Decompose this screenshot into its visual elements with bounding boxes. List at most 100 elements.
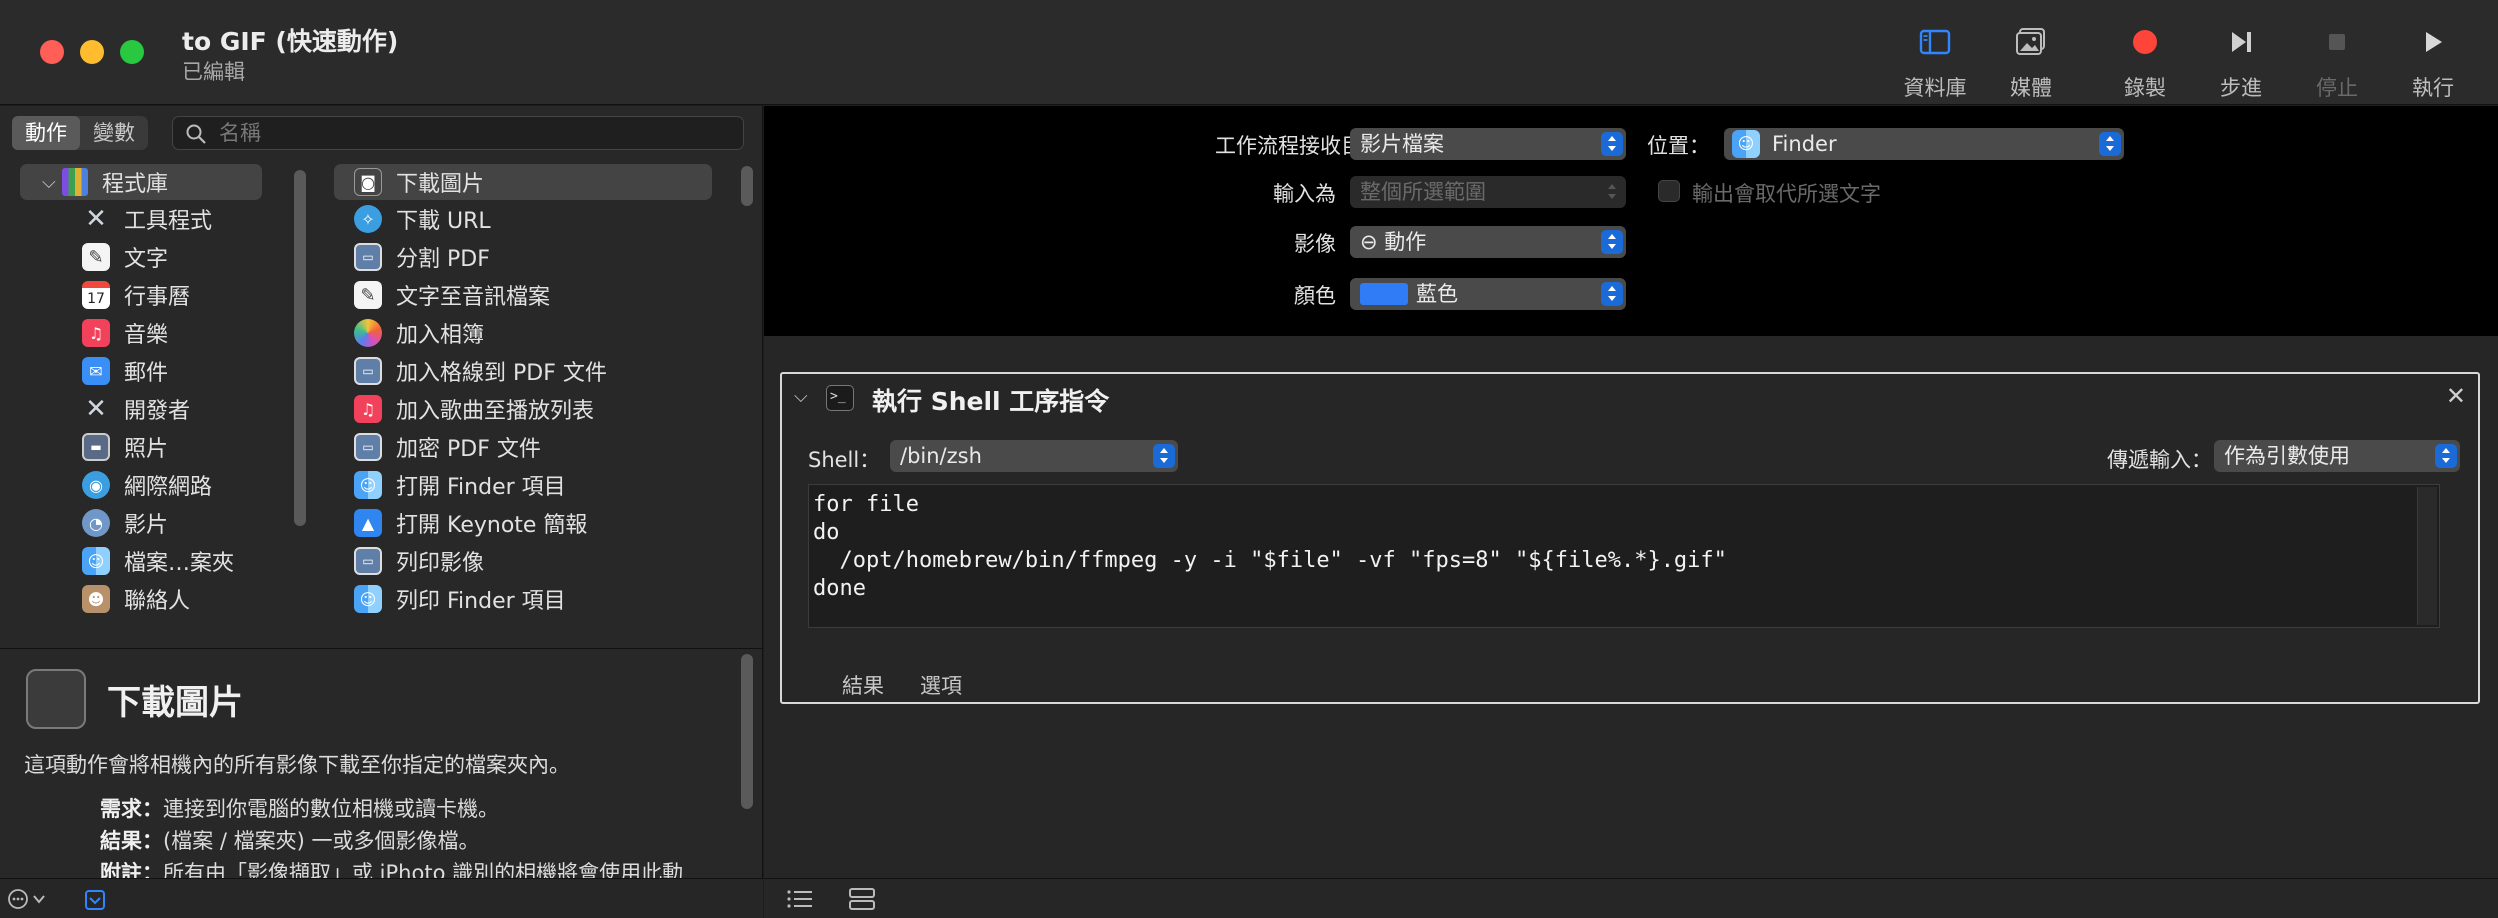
search-input[interactable]	[219, 120, 729, 146]
library-item-text[interactable]: ✎ 文字	[0, 238, 290, 276]
list-view-icon[interactable]	[786, 888, 814, 910]
action-item-text-to-audio[interactable]: ✎ 文字至音訊檔案	[316, 276, 736, 314]
library-item-developer[interactable]: ✕ 開發者	[0, 390, 290, 428]
action-header: ⌵ >_ 執行 Shell 工序指令 ✕	[782, 374, 2478, 422]
contacts-icon: ☻	[82, 585, 110, 613]
action-item-add-songs-playlist[interactable]: ♫ 加入歌曲至播放列表	[316, 390, 736, 428]
description-requires: 需求：連接到你電腦的數位相機或讀卡機。	[100, 793, 499, 823]
input-popup[interactable]: 整個所選範圍	[1350, 176, 1626, 208]
action-item-label: 加入格線到 PDF 文件	[396, 361, 607, 386]
pass-input-popup[interactable]: 作為引數使用	[2214, 440, 2460, 472]
action-item-label: 加入相簿	[396, 323, 485, 348]
requires-label: 需求：	[100, 797, 163, 821]
library-item-label: 照片	[124, 437, 169, 462]
workflow-header: 工作流程接收目前的 影片檔案 位置： ☺ Finder 輸入為 整個所選範圍 輸…	[764, 106, 2498, 336]
location-popup[interactable]: ☺ Finder	[1724, 128, 2124, 160]
action-item-add-grid-pdf[interactable]: ▭ 加入格線到 PDF 文件	[316, 352, 736, 390]
action-item-label: 打開 Finder 項目	[396, 475, 566, 500]
shell-popup[interactable]: /bin/zsh	[890, 440, 1178, 472]
action-menu-icon[interactable]	[6, 887, 54, 911]
media-toolbar-button[interactable]: 媒體	[1986, 18, 2076, 100]
run-toolbar-button[interactable]: 執行	[2388, 18, 2478, 100]
record-toolbar-button[interactable]: 錄製	[2100, 18, 2190, 100]
action-description: 下載圖片 這項動作會將相機內的所有影像下載至你指定的檔案夾內。 需求：連接到你電…	[0, 649, 735, 879]
text-icon: ✎	[82, 243, 110, 271]
image-popup[interactable]: ⊖ 動作	[1350, 226, 1626, 258]
description-toggle-icon[interactable]	[84, 889, 106, 911]
window-subtitle: 已編輯	[182, 60, 245, 84]
close-icon[interactable]: ✕	[2446, 382, 2466, 410]
library-item-music[interactable]: ♫ 音樂	[0, 314, 290, 352]
shell-value: /bin/zsh	[900, 444, 982, 468]
close-window-button[interactable]	[40, 40, 64, 64]
location-label: 位置：	[1647, 134, 1710, 158]
action-item-add-to-album[interactable]: 加入相簿	[316, 314, 736, 352]
safari-icon: ✧	[354, 205, 382, 233]
action-title: 執行 Shell 工序指令	[872, 387, 1110, 416]
receives-popup[interactable]: 影片檔案	[1350, 128, 1626, 160]
script-editor[interactable]: for file do /opt/homebrew/bin/ffmpeg -y …	[808, 484, 2440, 628]
tab-variables[interactable]: 變數	[80, 116, 148, 150]
script-scrollbar[interactable]	[2417, 487, 2437, 625]
library-item-photos[interactable]: ▬ 照片	[0, 428, 290, 466]
music-icon: ♫	[354, 395, 382, 423]
step-toolbar-button[interactable]: 步進	[2196, 18, 2286, 100]
camera-icon	[26, 669, 86, 729]
library-item-calendar[interactable]: 17 行事曆	[0, 276, 290, 314]
library-root-item[interactable]: ⌵ 程式庫	[20, 164, 262, 200]
receives-value: 影片檔案	[1360, 132, 1444, 156]
replace-selection-checkbox[interactable]	[1658, 180, 1680, 202]
window-title: to GIF (快速動作)	[182, 27, 399, 56]
library-item-internet[interactable]: ◉ 網際網路	[0, 466, 290, 504]
tab-actions[interactable]: 動作	[12, 116, 80, 150]
search-field[interactable]	[172, 116, 744, 150]
chevron-down-icon[interactable]: ⌵	[794, 386, 808, 407]
library-item-label: 開發者	[124, 399, 191, 424]
color-swatch	[1360, 283, 1408, 305]
input-value: 整個所選範圍	[1360, 180, 1486, 204]
library-item-movies[interactable]: ◔ 影片	[0, 504, 290, 542]
action-item-print-finder-items[interactable]: ☺ 列印 Finder 項目	[316, 580, 736, 618]
automator-window: to GIF (快速動作) 已編輯 資料庫 媒體 錄製 步進 停止 執行 動作 …	[0, 0, 2498, 918]
actions-scrollbar[interactable]	[741, 166, 753, 206]
popup-arrows-icon	[1601, 282, 1623, 306]
minimize-window-button[interactable]	[80, 40, 104, 64]
run-shell-script-action[interactable]: ⌵ >_ 執行 Shell 工序指令 ✕ Shell： /bin/zsh 傳遞輸…	[780, 372, 2480, 704]
step-icon	[2232, 32, 2251, 52]
library-item-label: 行事曆	[124, 285, 191, 310]
library-scrollbar[interactable]	[294, 170, 306, 526]
result-value: (檔案 / 檔案夾) 一或多個影像檔。	[163, 829, 480, 853]
library-item-mail[interactable]: ✉ 郵件	[0, 352, 290, 390]
library-item-label: 影片	[124, 513, 169, 538]
library-item-files-folders[interactable]: ☺ 檔案…案夾	[0, 542, 290, 580]
result-label: 結果：	[100, 829, 163, 853]
flow-view-icon[interactable]	[848, 887, 876, 911]
action-item-download-url[interactable]: ✧ 下載 URL	[316, 200, 736, 238]
replace-selection-label: 輸出會取代所選文字	[1692, 182, 1881, 206]
color-popup[interactable]: 藍色	[1350, 278, 1626, 310]
action-item-print-images[interactable]: ▭ 列印影像	[316, 542, 736, 580]
action-item-download-pictures[interactable]: ◙ 下載圖片	[334, 164, 712, 200]
action-item-label: 打開 Keynote 簡報	[396, 513, 588, 538]
script-code: for file do /opt/homebrew/bin/ffmpeg -y …	[813, 492, 1727, 601]
pass-input-value: 作為引數使用	[2224, 444, 2350, 468]
action-item-encrypt-pdf[interactable]: ▭ 加密 PDF 文件	[316, 428, 736, 466]
stop-toolbar-button[interactable]: 停止	[2292, 18, 2382, 100]
library-item-utilities[interactable]: ✕ 工具程式	[0, 200, 290, 238]
note-value: 所有由「影像擷取」或 iPhoto 識別的相機將會使用此動	[163, 861, 684, 879]
tab-options[interactable]: 選項	[920, 670, 962, 700]
zoom-window-button[interactable]	[120, 40, 144, 64]
action-item-open-finder-items[interactable]: ☺ 打開 Finder 項目	[316, 466, 736, 504]
tab-results[interactable]: 結果	[842, 670, 884, 700]
action-item-open-keynote[interactable]: ▲ 打開 Keynote 簡報	[316, 504, 736, 542]
note-label: 附註：	[100, 861, 163, 879]
library-mode-segmented-control: 動作 變數	[12, 116, 148, 150]
requires-value: 連接到你電腦的數位相機或讀卡機。	[163, 797, 499, 821]
preview-icon: ▭	[354, 433, 382, 461]
library-item-contacts[interactable]: ☻ 聯絡人	[0, 580, 290, 618]
library-toolbar-button[interactable]: 資料庫	[1890, 18, 1980, 100]
action-item-split-pdf[interactable]: ▭ 分割 PDF	[316, 238, 736, 276]
description-scrollbar[interactable]	[741, 654, 753, 809]
music-icon: ♫	[82, 319, 110, 347]
library-item-label: 工具程式	[124, 209, 213, 234]
